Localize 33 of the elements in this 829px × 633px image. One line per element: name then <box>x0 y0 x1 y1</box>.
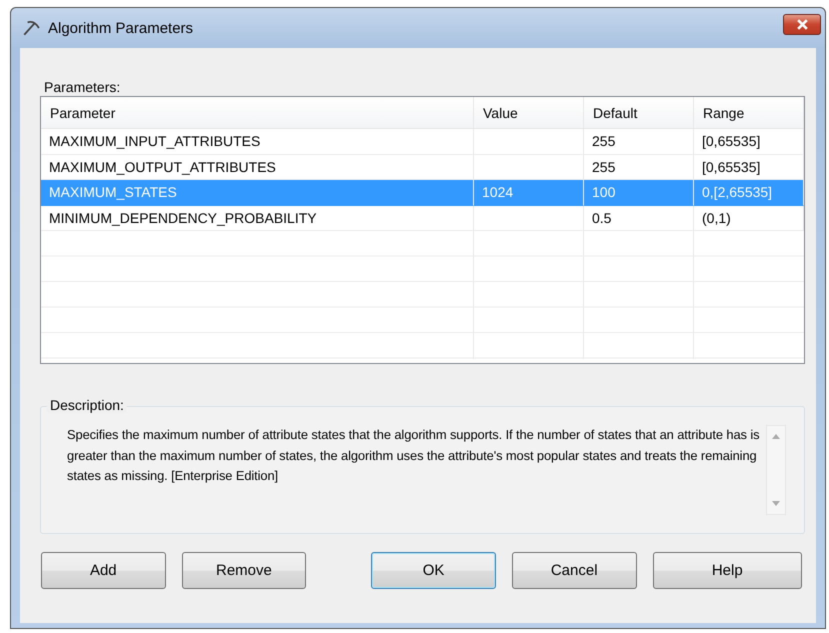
table-cell: 255 <box>592 158 616 175</box>
pickaxe-icon <box>22 19 40 37</box>
dialog-button[interactable]: Add <box>41 552 166 589</box>
section-label: Parameters: <box>43 78 122 96</box>
window-title: Algorithm Parameters <box>48 20 194 36</box>
column-header[interactable]: Range <box>694 97 804 128</box>
description-text: Specifies the maximum number of attribute states that the algorithm supports. If the number of states that an attribute has is greater than the maximum number of states, the algorithm uses the attribute's most popular states and treats the remaining states as missing. [Enterprise Edition] <box>67 426 760 485</box>
table-cell: 0.5 <box>592 210 612 226</box>
close-button[interactable] <box>783 14 821 34</box>
table-cell: 0,[2,65535] <box>702 184 772 200</box>
table-cell: 100 <box>592 184 616 200</box>
table-cell: [0,65535] <box>702 133 760 150</box>
table-cell: (0,1) <box>702 210 731 226</box>
table-cell: MAXIMUM_STATES <box>49 184 177 200</box>
dialog-button[interactable]: Help <box>652 552 802 589</box>
table-cell: MAXIMUM_OUTPUT_ATTRIBUTES <box>49 158 276 175</box>
table-cell: MINIMUM_DEPENDENCY_PROBABILITY <box>49 210 317 226</box>
up-arrow-icon[interactable] <box>772 434 780 439</box>
dialog-button[interactable]: OK <box>371 552 496 589</box>
scrollbar[interactable] <box>766 425 786 515</box>
close-icon <box>796 18 808 30</box>
table-cell: 255 <box>592 133 616 150</box>
dialog-button[interactable]: Cancel <box>512 552 636 589</box>
dialog-button[interactable]: Remove <box>182 552 306 589</box>
table-cell: [0,65535] <box>702 158 760 175</box>
table-cell: MAXIMUM_INPUT_ATTRIBUTES <box>49 133 260 150</box>
table-cell: 1024 <box>482 184 514 200</box>
down-arrow-icon[interactable] <box>772 501 780 506</box>
column-header[interactable]: Value <box>474 97 584 128</box>
column-header[interactable]: Default <box>584 97 694 128</box>
column-header[interactable]: Parameter <box>41 97 474 128</box>
group-label: Description: <box>47 397 127 413</box>
table-row[interactable]: MAXIMUM_INPUT_ATTRIBUTES 255 [0,65535] <box>41 129 804 154</box>
